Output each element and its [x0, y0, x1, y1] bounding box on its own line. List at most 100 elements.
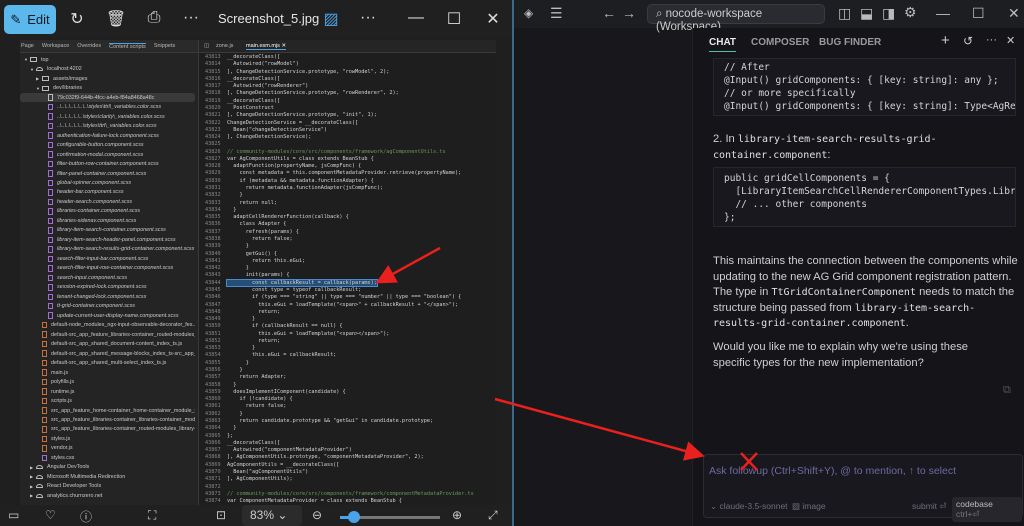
tree-item[interactable]: default-src_app_shared_multi-select_inde…: [20, 358, 195, 368]
devtools-tab[interactable]: Content scripts: [109, 42, 146, 50]
tree-item[interactable]: styles.js: [20, 434, 195, 444]
tree-item[interactable]: ▼ dev/libraries: [20, 83, 195, 93]
delete-icon[interactable]: 🗑: [105, 9, 127, 29]
tree-item[interactable]: ▶ Angular DevTools: [20, 463, 195, 473]
tab-zone-js[interactable]: zone.js: [216, 43, 233, 49]
back-icon[interactable]: ←: [602, 5, 616, 21]
tree-item[interactable]: ▼ top: [20, 55, 195, 65]
tree-item[interactable]: libraries-sidenav.component.scss: [20, 216, 195, 226]
tree-item[interactable]: default-node_modules_ngx-input-observabl…: [20, 320, 195, 330]
more-icon[interactable]: ···: [986, 34, 997, 46]
tree-item[interactable]: authentication-failure-lock.component.sc…: [20, 131, 195, 141]
workspace-search[interactable]: ⌕ nocode-workspace (Workspace): [647, 4, 825, 33]
devtools-tab[interactable]: Page: [21, 43, 34, 49]
toggle-aux-sidebar-icon[interactable]: ◨: [882, 5, 895, 22]
image-button[interactable]: ▨ image: [792, 501, 826, 512]
zoom-slider-thumb[interactable]: [348, 511, 360, 523]
tree-item[interactable]: search-filter-input-bar.component.scss: [20, 254, 195, 264]
sidebar-toggle-icon[interactable]: ◫: [204, 43, 209, 49]
settings-gear-icon[interactable]: ⚙: [904, 4, 917, 21]
tree-item[interactable]: ..\..\..\..\..\..\styles\clarity\_variab…: [20, 112, 195, 122]
zoom-slider[interactable]: [340, 511, 440, 523]
rotate-icon[interactable]: ↻: [66, 9, 88, 29]
tree-item[interactable]: runtime.js: [20, 387, 195, 397]
tree-item-label: ..\..\..\..\..\..\styles\ttrl\_variables…: [57, 123, 157, 130]
minimize-icon[interactable]: —: [405, 9, 427, 27]
tree-item[interactable]: session-expired-lock.component.scss: [20, 283, 195, 293]
close-icon[interactable]: ✕: [482, 9, 504, 29]
chat-input[interactable]: Ask followup (Ctrl+Shift+Y), @ to mentio…: [703, 454, 1023, 522]
maximize-icon[interactable]: ☐: [443, 9, 465, 29]
crop-icon[interactable]: ⛶: [148, 508, 156, 523]
tree-item[interactable]: tt-grid-container.component.scss: [20, 301, 195, 311]
fit-icon[interactable]: ⊡: [216, 508, 226, 522]
tree-item[interactable]: tenant-changed-lock.component.scss: [20, 292, 195, 302]
tree-item[interactable]: library-item-search-header-panel.compone…: [20, 235, 195, 245]
tree-item[interactable]: src_app_feature_home-container_home-cont…: [20, 406, 195, 416]
tree-item[interactable]: default-src_app_feature_libraries-contai…: [20, 330, 195, 340]
tree-item[interactable]: configurable-button.component.scss: [20, 140, 195, 150]
tree-item[interactable]: ▼ localhost:4202: [20, 64, 195, 74]
favorite-icon[interactable]: ♡: [45, 508, 56, 522]
submit-button[interactable]: submit ⏎: [912, 501, 947, 512]
fullscreen-icon[interactable]: ⤢: [488, 508, 498, 523]
tree-item[interactable]: 79c032f9-644b-4fcc-a4eb-f84a8468a48c: [20, 92, 195, 103]
tree-item[interactable]: global-spinner.component.scss: [20, 178, 195, 188]
close-icon[interactable]: ✕: [1008, 5, 1020, 22]
tree-item[interactable]: ▶ Microsoft Multimedia Redirection: [20, 472, 195, 482]
forward-icon[interactable]: →: [622, 5, 636, 21]
close-chat-icon[interactable]: ✕: [1006, 34, 1015, 47]
maximize-icon[interactable]: ☐: [972, 5, 985, 22]
tree-item[interactable]: polyfills.js: [20, 377, 195, 387]
tree-item[interactable]: filter-button-row-container.component.sc…: [20, 159, 195, 169]
tab-composer[interactable]: COMPOSER: [751, 37, 809, 48]
tree-item[interactable]: library-item-search-container.component.…: [20, 226, 195, 236]
tree-item[interactable]: main.js: [20, 368, 195, 378]
tab-main-esm[interactable]: main.esm.mjs ✕: [246, 43, 287, 50]
tree-item[interactable]: default-src_app_shared_message-blocks_in…: [20, 349, 195, 359]
info-icon[interactable]: ⓘ: [80, 508, 92, 525]
tree-item[interactable]: ▶ assets/images: [20, 74, 195, 84]
tree-item[interactable]: header-bar.component.scss: [20, 188, 195, 198]
tree-item[interactable]: filter-panel-container.component.scss: [20, 169, 195, 179]
tree-item[interactable]: update-current-user-display-name.compone…: [20, 311, 195, 321]
tab-bug-finder[interactable]: BUG FINDER: [819, 37, 881, 48]
zoom-in-icon[interactable]: ⊕: [452, 508, 462, 522]
more-icon[interactable]: ···: [180, 9, 202, 27]
minimize-icon[interactable]: —: [936, 5, 950, 21]
tree-item[interactable]: vendor.js: [20, 444, 195, 454]
devtools-tab[interactable]: Overrides: [77, 43, 101, 49]
tree-item[interactable]: header-search.component.scss: [20, 197, 195, 207]
tree-item[interactable]: src_app_feature_libraries-container_libr…: [20, 415, 195, 425]
tree-item[interactable]: ▶ analytics.churnzero.net: [20, 491, 195, 501]
zoom-out-icon[interactable]: ⊖: [312, 508, 322, 522]
tree-item[interactable]: src_app_feature_libraries-container_rout…: [20, 425, 195, 435]
zoom-dropdown[interactable]: 83% ⌄: [242, 505, 302, 526]
filmstrip-icon[interactable]: ▭: [8, 508, 19, 522]
tree-item[interactable]: library-item-search-results-grid-contain…: [20, 245, 195, 255]
toggle-sidebar-icon[interactable]: ◫: [838, 5, 851, 22]
devtools-tab[interactable]: Workspace: [42, 43, 69, 49]
new-chat-plus-icon[interactable]: +: [941, 32, 950, 49]
tree-item[interactable]: styles.css: [20, 453, 195, 463]
model-selector[interactable]: ⌄ claude-3.5-sonnet: [710, 501, 788, 512]
tree-item[interactable]: ..\..\..\..\..\..\..\styles\ttrl\_variab…: [20, 102, 195, 112]
more-options-icon[interactable]: ···: [357, 9, 379, 27]
toggle-panel-icon[interactable]: ⬓: [860, 5, 873, 22]
tree-item[interactable]: confirmation-modal.component.scss: [20, 150, 195, 160]
print-icon[interactable]: ⎙: [143, 9, 165, 27]
codebase-button[interactable]: codebase ctrl+⏎: [952, 497, 1022, 522]
tree-item[interactable]: ..\..\..\..\..\..\styles\ttrl\_variables…: [20, 121, 195, 131]
tree-item[interactable]: libraries-container.component.scss: [20, 207, 195, 217]
history-icon[interactable]: ↺: [963, 34, 973, 48]
tree-item[interactable]: search-input.component.scss: [20, 273, 195, 283]
tree-item[interactable]: default-src_app_shared_document-content_…: [20, 339, 195, 349]
tab-chat[interactable]: CHAT: [709, 37, 737, 52]
tree-item[interactable]: scripts.js: [20, 396, 195, 406]
menu-icon[interactable]: ☰: [550, 5, 563, 22]
tree-item[interactable]: ▶ React Developer Tools: [20, 482, 195, 492]
devtools-tab[interactable]: Snippets: [154, 43, 175, 49]
edit-button[interactable]: ✎ Edit: [4, 5, 56, 34]
tree-item[interactable]: search-filter-input-row-container.compon…: [20, 264, 195, 274]
copy-icon[interactable]: ⧉: [1003, 384, 1011, 397]
